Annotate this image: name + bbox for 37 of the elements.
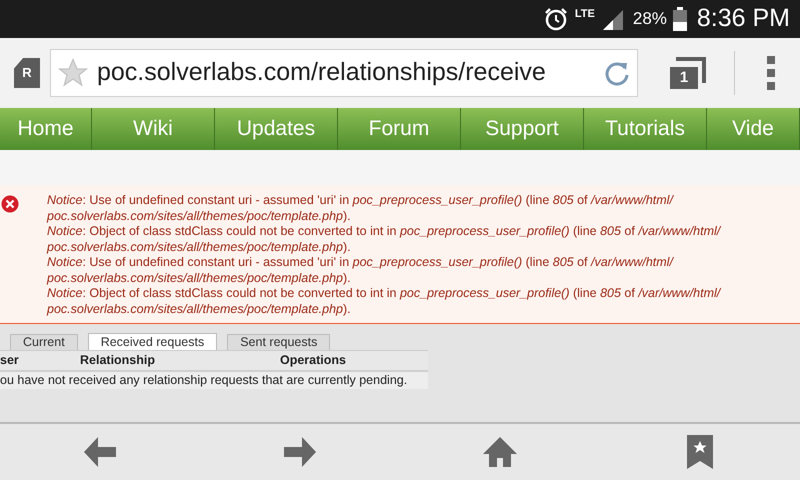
nav-tab[interactable]: Support	[461, 108, 584, 150]
column-header: Operations	[280, 352, 346, 370]
column-header: ser	[0, 352, 20, 370]
nav-tab[interactable]: Tutorials	[584, 108, 707, 150]
nav-tab[interactable]: Updates	[215, 108, 338, 150]
clock: 8:36 PM	[696, 3, 790, 34]
back-icon[interactable]	[84, 437, 116, 467]
alarm-icon	[542, 6, 569, 32]
notice-text: Notice: Use of undefined constant uri - assumed 'uri' in poc_preprocess_user_profile() (line 805 of /var/www/html/	[47, 255, 675, 270]
page-tab[interactable]: Current	[10, 334, 78, 350]
empty-message: ou have not received any relationship requests that are currently pending.	[0, 372, 408, 390]
battery-percent: 28%	[632, 8, 667, 30]
nav-tab[interactable]: Forum	[338, 108, 461, 150]
bookmark-icon[interactable]	[687, 435, 713, 469]
battery-icon	[672, 7, 687, 31]
menu-icon[interactable]	[767, 56, 775, 90]
notice-text: Notice: Use of undefined constant uri - assumed 'uri' in poc_preprocess_user_profile() (line 805 of /var/www/html/	[47, 193, 675, 208]
notice-text: poc.solverlabs.com/sites/all/themes/poc/template.php).	[47, 240, 352, 255]
forward-icon[interactable]	[284, 437, 316, 467]
notice-text: poc.solverlabs.com/sites/all/themes/poc/template.php).	[47, 270, 352, 286]
url-field[interactable]: poc.solverlabs.com/relationships/receive	[50, 49, 638, 97]
nav-tab[interactable]: Wiki	[92, 108, 215, 150]
page-tab[interactable]: Sent requests	[227, 334, 330, 350]
nav-tab[interactable]: Vide	[707, 108, 800, 150]
network-label: LTE	[574, 8, 595, 20]
notice-text: Notice: Object of class stdClass could not be converted to int in poc_preprocess_user_profile() (line 805 of /var/www/html/	[47, 286, 720, 302]
error-icon	[1, 195, 19, 213]
notice-text: poc.solverlabs.com/sites/all/themes/poc/template.php).	[47, 208, 352, 224]
column-header: Relationship	[80, 352, 156, 370]
home-icon[interactable]	[483, 437, 517, 467]
star-icon[interactable]	[57, 57, 89, 89]
page-tab[interactable]: Received requests	[88, 333, 218, 350]
signal-icon	[600, 8, 623, 30]
reader-icon[interactable]: R	[14, 58, 40, 88]
notice-text: Notice: Object of class stdClass could not be converted to int in poc_preprocess_user_profile() (line 805 of /var/www/html/	[47, 224, 720, 240]
notice-text: poc.solverlabs.com/sites/all/themes/poc/template.php).	[47, 302, 352, 317]
nav-tab[interactable]: Home	[0, 108, 92, 150]
